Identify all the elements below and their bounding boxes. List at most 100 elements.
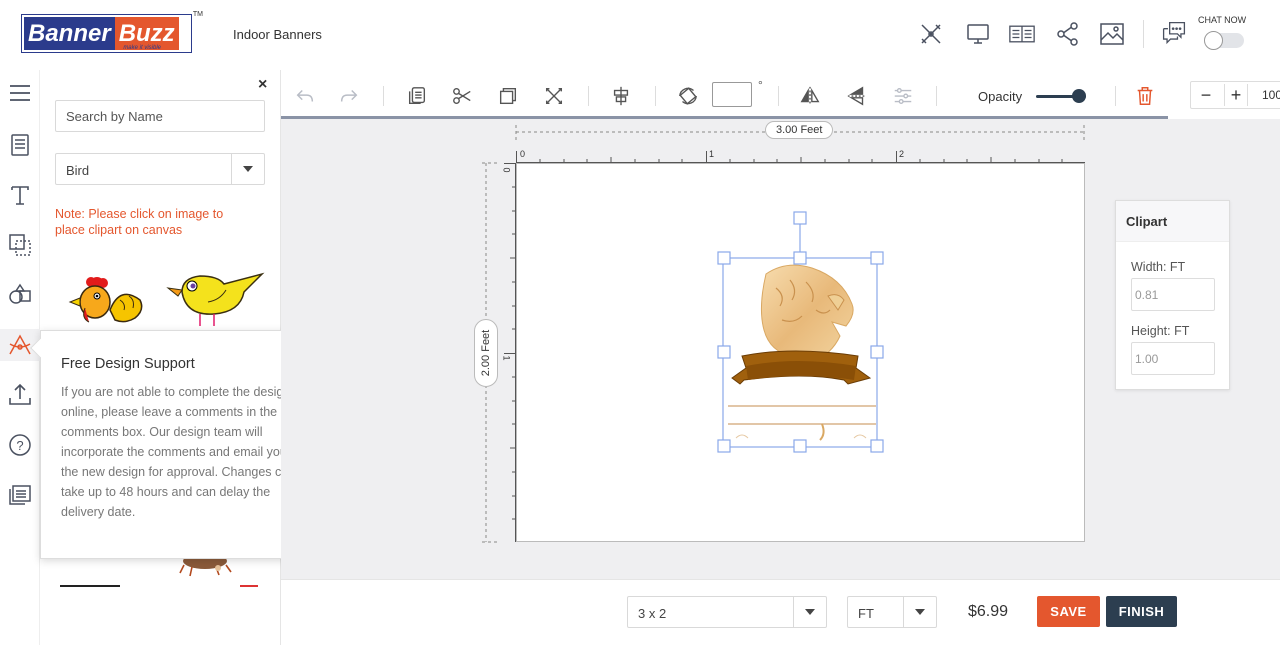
svg-text:?: ? — [16, 438, 23, 453]
category-select-value: Bird — [66, 163, 90, 178]
resize-handle-w — [717, 345, 731, 359]
align-center-icon[interactable] — [609, 84, 633, 108]
delete-icon[interactable] — [1133, 84, 1157, 108]
clipart-search-input[interactable] — [55, 100, 265, 132]
bannerbuzz-logo[interactable]: Banner Buzz make it visible TM — [21, 11, 203, 53]
clipart-rooster[interactable] — [65, 270, 150, 330]
logo-trademark: TM — [192, 11, 203, 18]
desktop-preview-icon[interactable] — [965, 21, 991, 47]
redo-icon[interactable] — [337, 84, 361, 108]
share-icon[interactable] — [1055, 21, 1081, 47]
rotate-icon[interactable] — [676, 84, 700, 108]
chevron-down-icon — [231, 154, 264, 184]
guide-book-icon[interactable] — [1009, 21, 1035, 47]
ruler-h-label-2: 2 — [899, 149, 905, 159]
chat-now-label: CHAT NOW — [1198, 15, 1247, 25]
support-popup-body: If you are not able to complete the desi… — [61, 385, 296, 519]
opacity-slider-handle[interactable] — [1071, 89, 1086, 103]
toolbar-divider — [778, 86, 779, 106]
ruler-v-label-1: 1 — [501, 355, 512, 361]
logo-text-banner: Banner — [24, 17, 115, 50]
resize-handle-ne — [870, 251, 884, 265]
chevron-down-icon — [903, 597, 936, 627]
rotation-angle-input[interactable] — [712, 82, 752, 107]
clipart-width-label: Width: FT — [1131, 260, 1186, 274]
support-popup-title: Free Design Support — [61, 356, 195, 372]
templates-icon[interactable] — [7, 132, 33, 158]
resize-handle-e — [870, 345, 884, 359]
placement-note: Note: Please click on image to place cli… — [55, 207, 224, 237]
degree-symbol: ° — [758, 78, 763, 92]
duplicate-icon[interactable] — [496, 84, 520, 108]
design-support-popup: × Free Design Support If you are not abl… — [30, 330, 310, 559]
resize-handle-n — [793, 251, 807, 265]
rotate-handle — [793, 211, 807, 225]
opacity-label: Opacity — [978, 89, 1023, 104]
chevron-down-icon — [793, 597, 826, 627]
text-icon[interactable] — [7, 182, 33, 208]
comments-icon[interactable] — [7, 482, 33, 508]
clipart-red-shape[interactable] — [240, 585, 258, 591]
upload-icon[interactable] — [7, 382, 33, 408]
clipart-height-input[interactable]: 1.00 — [1131, 342, 1215, 375]
crop-icon[interactable] — [542, 84, 566, 108]
copy-icon[interactable] — [405, 84, 429, 108]
toggle-knob — [1204, 31, 1223, 50]
tools-icon[interactable] — [918, 21, 944, 47]
cut-icon[interactable] — [450, 84, 474, 108]
flip-horizontal-icon[interactable] — [798, 84, 822, 108]
resize-handle-nw — [717, 251, 731, 265]
toolbar-divider — [655, 86, 656, 106]
size-select[interactable]: 3 x 2 — [627, 596, 827, 628]
shapes-icon[interactable] — [7, 282, 33, 308]
finish-button[interactable]: FINISH — [1106, 596, 1177, 627]
ruler-h-label-1: 1 — [709, 149, 715, 159]
tool-rail: ? — [0, 70, 40, 645]
chat-icon[interactable] — [1161, 20, 1187, 46]
help-icon[interactable]: ? — [7, 432, 33, 458]
zoom-in-button[interactable]: + — [1224, 84, 1248, 106]
toolbar-divider — [383, 86, 384, 106]
flip-vertical-icon[interactable] — [845, 84, 869, 108]
logo-tagline: make it visible — [123, 45, 161, 51]
ruler-v-label-0: 0 — [501, 167, 512, 173]
ruler-h-label-0: 0 — [520, 149, 526, 159]
zoom-control: − + 100 — [1190, 81, 1280, 109]
edit-toolbar: ° Opacity − + 100 — [281, 70, 1280, 120]
toolbar-divider — [936, 86, 937, 106]
clipart-width-input[interactable]: 0.81 — [1131, 278, 1215, 311]
canvas-height-badge: 2.00 Feet — [474, 319, 498, 387]
canvas-height-text: 2.00 Feet — [480, 329, 492, 377]
zoom-value: 100 — [1262, 88, 1280, 102]
clipart-height-label: Height: FT — [1131, 324, 1190, 338]
panel-close-icon[interactable]: × — [258, 76, 267, 94]
image-icon[interactable] — [1099, 21, 1125, 47]
clipart-icon[interactable] — [7, 332, 33, 358]
resize-handle-s — [793, 439, 807, 453]
zoom-out-button[interactable]: − — [1194, 84, 1218, 106]
background-icon[interactable] — [7, 232, 33, 258]
clipart-properties-panel: Clipart Width: FT 0.81 Height: FT 1.00 — [1115, 200, 1230, 390]
vertical-ruler — [504, 163, 516, 542]
category-select[interactable]: Bird — [55, 153, 265, 185]
unit-select[interactable]: FT — [847, 596, 937, 628]
resize-handle-sw — [717, 439, 731, 453]
menu-icon[interactable] — [7, 80, 33, 106]
horizontal-ruler — [516, 151, 1085, 163]
adjust-settings-icon[interactable] — [891, 84, 915, 108]
canvas-width-badge: 3.00 Feet — [765, 121, 834, 139]
save-button[interactable]: SAVE — [1037, 596, 1100, 627]
selection-box — [717, 211, 884, 453]
clipart-black-shape[interactable] — [60, 585, 120, 591]
clipart-brown-bird[interactable] — [170, 553, 240, 579]
undo-icon[interactable] — [293, 84, 317, 108]
header-divider — [1143, 20, 1144, 48]
unit-select-value: FT — [858, 606, 874, 621]
chat-now-toggle[interactable] — [1204, 31, 1244, 50]
clipart-yellow-bird[interactable] — [162, 268, 266, 330]
product-title: Indoor Banners — [233, 27, 322, 42]
toolbar-divider — [588, 86, 589, 106]
resize-handle-se — [870, 439, 884, 453]
clipart-properties-title: Clipart — [1116, 201, 1229, 242]
header-bar: Banner Buzz make it visible TM Indoor Ba… — [0, 0, 1280, 70]
